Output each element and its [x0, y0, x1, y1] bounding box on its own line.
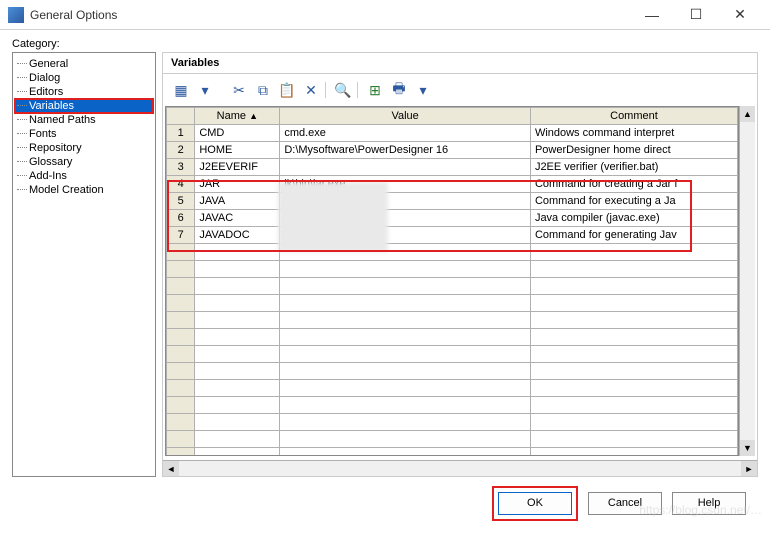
table-row[interactable]: [167, 312, 738, 329]
row-number: 2: [167, 142, 195, 159]
tree-item-general[interactable]: General: [15, 57, 153, 71]
help-button[interactable]: Help: [672, 492, 746, 515]
table-row[interactable]: 2 HOME D:\Mysoftware\PowerDesigner 16 Po…: [167, 142, 738, 159]
properties-icon[interactable]: ▦: [171, 80, 191, 100]
cancel-button[interactable]: Cancel: [588, 492, 662, 515]
rownum-header[interactable]: [167, 108, 195, 125]
table-row[interactable]: [167, 414, 738, 431]
table-row[interactable]: 5 JAVA lk\bin\java.exe Command for execu…: [167, 193, 738, 210]
row-number: 4: [167, 176, 195, 193]
cell-name[interactable]: JAVA: [195, 193, 280, 210]
copy-icon[interactable]: ⧉: [253, 80, 273, 100]
cell-comment[interactable]: Windows command interpret: [530, 125, 737, 142]
tree-item-glossary[interactable]: Glossary: [15, 155, 153, 169]
cell-name[interactable]: J2EEVERIF: [195, 159, 280, 176]
tree-item-editors[interactable]: Editors: [15, 85, 153, 99]
title-bar: General Options ― ☐ ✕: [0, 0, 770, 30]
row-number: 6: [167, 210, 195, 227]
tree-item-repository[interactable]: Repository: [15, 141, 153, 155]
tree-item-model-creation[interactable]: Model Creation: [15, 183, 153, 197]
table-row[interactable]: [167, 380, 738, 397]
app-icon: [8, 7, 24, 23]
tab-header: Variables: [163, 53, 757, 74]
variables-panel: Variables ▦ ▾ ✂ ⧉ 📋 ✕ 🔍 ⊞ 🖶 ▾: [162, 52, 758, 477]
maximize-button[interactable]: ☐: [674, 1, 718, 29]
minimize-button[interactable]: ―: [630, 1, 674, 29]
sort-asc-icon: ▲: [249, 111, 258, 121]
paste-icon[interactable]: 📋: [277, 80, 297, 100]
table-row[interactable]: [167, 329, 738, 346]
dialog-buttons: OK Cancel Help: [12, 483, 758, 523]
excel-icon[interactable]: ⊞: [365, 80, 385, 100]
dropdown-icon[interactable]: ▾: [195, 80, 215, 100]
tree-item-variables[interactable]: Variables: [15, 99, 153, 113]
print-icon[interactable]: 🖶: [389, 80, 409, 100]
cell-name[interactable]: CMD: [195, 125, 280, 142]
table-row[interactable]: [167, 431, 738, 448]
table-row[interactable]: 6 JAVAC dk\bin\javac.exe Java compiler (…: [167, 210, 738, 227]
table-row[interactable]: [167, 261, 738, 278]
window-title: General Options: [30, 8, 630, 22]
tree-item-dialog[interactable]: Dialog: [15, 71, 153, 85]
redacted-area: [278, 182, 388, 252]
cell-comment[interactable]: Command for creating a Jar f: [530, 176, 737, 193]
cell-value[interactable]: cmd.exe: [280, 125, 531, 142]
tree-item-named-paths[interactable]: Named Paths: [15, 113, 153, 127]
table-row[interactable]: 1 CMD cmd.exe Windows command interpret: [167, 125, 738, 142]
ok-highlight: OK: [492, 486, 578, 521]
category-label: Category:: [12, 38, 758, 50]
row-number: 3: [167, 159, 195, 176]
scroll-up-icon[interactable]: ▲: [740, 106, 755, 122]
table-row[interactable]: 7 JAVADOC dk\bin\javadoc.exe Command for…: [167, 227, 738, 244]
cell-comment[interactable]: PowerDesigner home direct: [530, 142, 737, 159]
row-number: 1: [167, 125, 195, 142]
tree-item-add-ins[interactable]: Add-Ins: [15, 169, 153, 183]
cell-value[interactable]: D:\Mysoftware\PowerDesigner 16: [280, 142, 531, 159]
cell-name[interactable]: JAR: [195, 176, 280, 193]
find-icon[interactable]: 🔍: [333, 80, 353, 100]
table-row[interactable]: [167, 244, 738, 261]
horizontal-scrollbar[interactable]: ◄ ►: [163, 460, 757, 476]
tree-item-fonts[interactable]: Fonts: [15, 127, 153, 141]
cell-name[interactable]: JAVADOC: [195, 227, 280, 244]
cell-comment[interactable]: Command for generating Jav: [530, 227, 737, 244]
table-row[interactable]: [167, 448, 738, 457]
category-tree[interactable]: General Dialog Editors Variables Named P…: [12, 52, 156, 477]
scroll-right-icon[interactable]: ►: [741, 461, 757, 476]
table-row[interactable]: [167, 278, 738, 295]
vertical-scrollbar[interactable]: ▲ ▼: [739, 106, 755, 456]
tab-title: Variables: [171, 57, 219, 69]
table-row[interactable]: [167, 397, 738, 414]
cell-name[interactable]: HOME: [195, 142, 280, 159]
row-number: 5: [167, 193, 195, 210]
table-row[interactable]: [167, 363, 738, 380]
table-row[interactable]: 3 J2EEVERIF J2EE verifier (verifier.bat): [167, 159, 738, 176]
cell-name[interactable]: JAVAC: [195, 210, 280, 227]
toolbar: ▦ ▾ ✂ ⧉ 📋 ✕ 🔍 ⊞ 🖶 ▾: [163, 74, 757, 106]
cell-comment[interactable]: Command for executing a Ja: [530, 193, 737, 210]
col-name-header[interactable]: Name ▲: [195, 108, 280, 125]
scroll-left-icon[interactable]: ◄: [163, 461, 179, 476]
cell-comment[interactable]: J2EE verifier (verifier.bat): [530, 159, 737, 176]
row-number: 7: [167, 227, 195, 244]
ok-button[interactable]: OK: [498, 492, 572, 515]
dropdown2-icon[interactable]: ▾: [413, 80, 433, 100]
cut-icon[interactable]: ✂: [229, 80, 249, 100]
variables-grid[interactable]: Name ▲ Value Comment 1 CMD cmd.exe Windo…: [165, 106, 739, 456]
col-value-header[interactable]: Value: [280, 108, 531, 125]
table-row[interactable]: [167, 346, 738, 363]
table-row[interactable]: [167, 295, 738, 312]
col-comment-header[interactable]: Comment: [530, 108, 737, 125]
scroll-down-icon[interactable]: ▼: [740, 440, 755, 456]
delete-icon[interactable]: ✕: [301, 80, 321, 100]
cell-comment[interactable]: Java compiler (javac.exe): [530, 210, 737, 227]
table-row[interactable]: 4 JAR lk\bin\jar.exe Command for creatin…: [167, 176, 738, 193]
cell-value[interactable]: [280, 159, 531, 176]
close-button[interactable]: ✕: [718, 1, 762, 29]
